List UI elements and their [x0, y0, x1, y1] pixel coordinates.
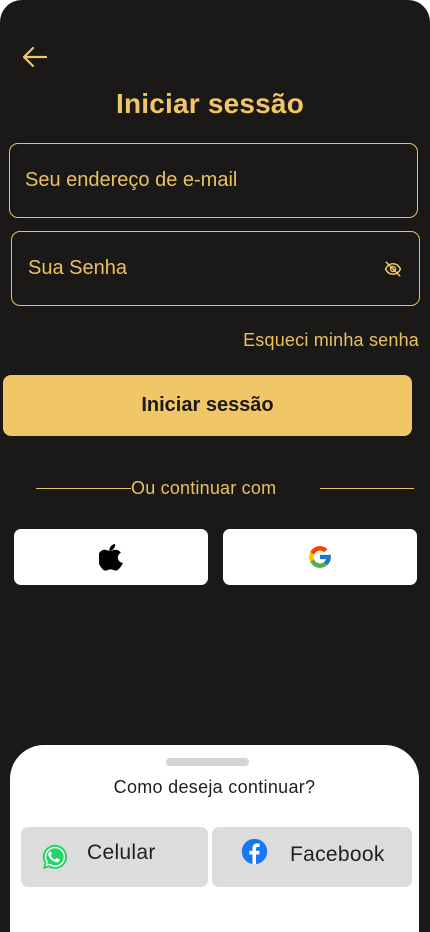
celular-option-label: Celular — [87, 841, 156, 864]
email-input[interactable] — [25, 169, 417, 192]
sheet-title: Como deseja continuar? — [113, 777, 316, 797]
sheet-drag-handle[interactable] — [166, 758, 249, 766]
divider-line-left — [36, 488, 131, 489]
back-button[interactable] — [18, 40, 52, 74]
divider-line-right — [320, 488, 414, 489]
password-field-container[interactable] — [11, 231, 420, 306]
password-input[interactable] — [28, 257, 381, 280]
facebook-option-label: Facebook — [290, 843, 385, 866]
page-title: Iniciar sessão — [115, 88, 305, 119]
whatsapp-icon — [39, 841, 71, 873]
login-screen: Iniciar sessão Esqueci minha senha Inici… — [0, 0, 430, 932]
google-login-button[interactable] — [223, 529, 417, 585]
continue-options-sheet: Como deseja continuar? Celular Facebook — [10, 745, 419, 932]
eye-off-icon — [384, 261, 402, 276]
google-icon — [309, 546, 331, 568]
toggle-password-visibility-button[interactable] — [381, 257, 405, 281]
divider-text: Ou continuar com — [131, 478, 277, 498]
facebook-option-button[interactable]: Facebook — [212, 827, 412, 887]
email-field-container[interactable] — [9, 143, 418, 218]
celular-option-button[interactable]: Celular — [21, 827, 208, 887]
login-button[interactable]: Iniciar sessão — [3, 375, 412, 436]
facebook-icon — [240, 837, 268, 865]
forgot-password-link[interactable]: Esqueci minha senha — [243, 330, 419, 351]
apple-icon — [99, 544, 123, 571]
apple-login-button[interactable] — [14, 529, 208, 585]
arrow-left-icon — [22, 46, 48, 68]
